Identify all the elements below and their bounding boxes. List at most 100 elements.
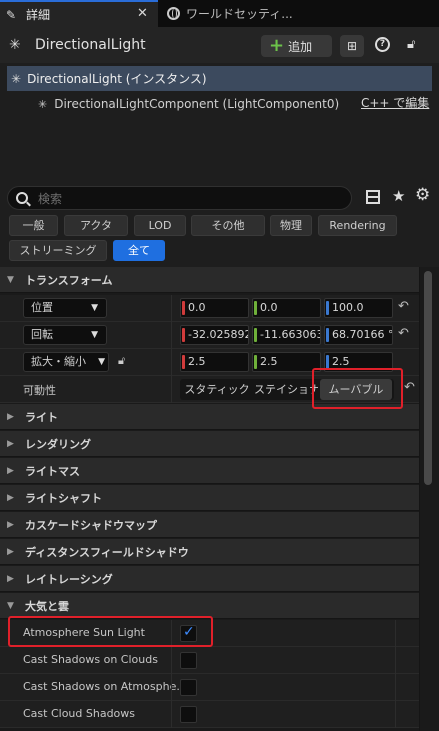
- edit-cpp-link[interactable]: C++ で編集: [361, 94, 429, 111]
- chevron-down-icon: ▼: [91, 330, 98, 340]
- filter-chip-all[interactable]: 全て: [113, 240, 165, 261]
- globe-icon: [167, 7, 180, 20]
- rotation-label: 回転: [31, 328, 53, 341]
- gear-icon[interactable]: ⚙: [415, 185, 430, 205]
- category-transform[interactable]: ▼ トランスフォーム: [0, 267, 419, 293]
- location-dropdown[interactable]: 位置 ▼: [23, 298, 107, 318]
- component-tree: ✳ DirectionalLight (インスタンス) ✳ Directiona…: [0, 63, 439, 181]
- scale-y-field[interactable]: 2.5: [252, 352, 321, 372]
- chevron-down-icon: ▼: [91, 303, 98, 313]
- property-row-cast-cloud-shadows: Cast Cloud Shadows: [0, 701, 419, 728]
- search-placeholder: 検索: [38, 191, 63, 206]
- divider: [171, 701, 172, 728]
- mobility-static-option[interactable]: スタティック: [182, 379, 252, 400]
- category-cascaded-shadow-maps[interactable]: ▶ カスケードシャドウマップ: [0, 512, 419, 538]
- lock-icon[interactable]: 🔓︎: [118, 354, 125, 368]
- cast-cloud-shadows-checkbox[interactable]: [180, 706, 197, 723]
- category-rendering[interactable]: ▶ レンダリング: [0, 431, 419, 457]
- scale-x-field[interactable]: 2.5: [180, 352, 249, 372]
- search-input[interactable]: 検索: [7, 186, 352, 210]
- tab-details[interactable]: ✎ 詳細 ✕: [0, 0, 158, 27]
- chevron-down-icon: ▼: [7, 274, 14, 285]
- cast-cloud-shadows-label: Cast Cloud Shadows: [23, 707, 136, 720]
- tab-details-label: 詳細: [26, 8, 51, 22]
- actor-icon: ✳: [9, 37, 21, 53]
- chevron-right-icon: ▶: [7, 411, 14, 422]
- details-header: ✳ DirectionalLight + 追加 ⊞ ? 🔓︎: [0, 27, 439, 63]
- pencil-icon: ✎: [6, 7, 17, 22]
- filter-chip-streaming[interactable]: ストリーミング: [9, 240, 107, 261]
- reset-arrow-icon[interactable]: ↶: [398, 299, 409, 314]
- chevron-down-icon: ▼: [7, 600, 14, 611]
- chevron-right-icon: ▶: [7, 573, 14, 584]
- category-lightmass[interactable]: ▶ ライトマス: [0, 458, 419, 484]
- reset-arrow-icon[interactable]: ↶: [398, 326, 409, 341]
- scrollbar-thumb[interactable]: [424, 271, 432, 485]
- filter-toolbar: 検索 ★ ⚙ 一般 アクタ LOD その他 物理 Rendering ストリーミ…: [0, 181, 439, 267]
- category-ray-tracing[interactable]: ▶ レイトレーシング: [0, 566, 419, 592]
- component-root-label: DirectionalLight (インスタンス): [27, 72, 207, 86]
- highlight-box-mobility: [312, 368, 403, 409]
- category-label: レイトレーシング: [25, 572, 113, 586]
- divider: [171, 674, 172, 701]
- property-row-rotation: 回転 ▼ -32.025892 -11.663063 68.70166 ° ↶: [0, 322, 419, 349]
- category-distance-field-shadows[interactable]: ▶ ディスタンスフィールドシャドウ: [0, 539, 419, 565]
- star-icon[interactable]: ★: [392, 187, 405, 205]
- cast-shadows-on-atmosphere-checkbox[interactable]: [180, 679, 197, 696]
- filter-chip-lod[interactable]: LOD: [134, 215, 186, 236]
- actor-title: DirectionalLight: [35, 37, 146, 53]
- rotation-z-field[interactable]: 68.70166 °: [324, 325, 393, 345]
- category-label: ライトマス: [25, 464, 80, 478]
- mobility-stationary-option[interactable]: ステイショナリ: [254, 379, 318, 400]
- property-row-location: 位置 ▼ 0.0 0.0 100.0 ↶: [0, 295, 419, 322]
- component-child-label: DirectionalLightComponent (LightComponen…: [54, 97, 340, 111]
- lock-icon[interactable]: 🔓︎: [407, 37, 415, 52]
- location-y-field[interactable]: 0.0: [252, 298, 321, 318]
- filter-chip-general[interactable]: 一般: [9, 215, 58, 236]
- actor-icon: ✳: [11, 71, 22, 86]
- close-icon[interactable]: ✕: [137, 6, 148, 21]
- location-x-field[interactable]: 0.0: [180, 298, 249, 318]
- filter-chip-actor[interactable]: アクタ: [64, 215, 128, 236]
- location-z-field[interactable]: 100.0: [324, 298, 393, 318]
- component-child-row[interactable]: ✳ DirectionalLightComponent (LightCompon…: [38, 94, 339, 114]
- cast-shadows-on-clouds-checkbox[interactable]: [180, 652, 197, 669]
- category-label: カスケードシャドウマップ: [25, 518, 157, 532]
- rotation-x-field[interactable]: -32.025892: [180, 325, 249, 345]
- chevron-right-icon: ▶: [7, 546, 14, 557]
- table-view-icon[interactable]: [366, 190, 380, 204]
- rotation-dropdown[interactable]: 回転 ▼: [23, 325, 107, 345]
- category-light-shafts[interactable]: ▶ ライトシャフト: [0, 485, 419, 511]
- category-label: レンダリング: [25, 437, 91, 451]
- filter-chip-misc[interactable]: その他: [191, 215, 265, 236]
- divider: [171, 349, 172, 376]
- divider: [395, 620, 396, 647]
- rotation-y-field[interactable]: -11.663063: [252, 325, 321, 345]
- add-component-button[interactable]: + 追加: [261, 35, 332, 57]
- tab-world-settings-label: ワールドセッティ...: [186, 7, 293, 21]
- scale-dropdown[interactable]: 拡大・縮小 ▼: [23, 352, 109, 372]
- tab-bar: ✎ 詳細 ✕ ワールドセッティ...: [0, 0, 439, 27]
- property-row-cast-shadows-on-clouds: Cast Shadows on Clouds: [0, 647, 419, 674]
- property-panel: ▼ トランスフォーム 位置 ▼ 0.0 0.0 100.0 ↶ 回転 ▼ -32…: [0, 267, 419, 731]
- blueprint-icon: ⊞: [346, 39, 358, 53]
- filter-chip-rendering[interactable]: Rendering: [318, 215, 397, 236]
- divider: [395, 674, 396, 701]
- tab-world-settings[interactable]: ワールドセッティ...: [163, 0, 313, 27]
- divider: [171, 376, 172, 403]
- chevron-right-icon: ▶: [7, 519, 14, 530]
- property-row-cast-shadows-on-atmosphere: Cast Shadows on Atmosphe...: [0, 674, 419, 701]
- blueprint-button[interactable]: ⊞: [340, 35, 364, 57]
- highlight-box-atmosphere-sun-light: [8, 616, 213, 647]
- help-icon[interactable]: ?: [375, 37, 390, 52]
- chevron-right-icon: ▶: [7, 465, 14, 476]
- divider: [171, 647, 172, 674]
- component-root-row[interactable]: ✳ DirectionalLight (インスタンス): [7, 66, 432, 91]
- add-label: 追加: [288, 39, 313, 54]
- reset-arrow-icon[interactable]: ↶: [404, 380, 415, 395]
- divider: [171, 322, 172, 349]
- scrollbar[interactable]: [420, 267, 439, 731]
- chevron-right-icon: ▶: [7, 438, 14, 449]
- divider: [395, 701, 396, 728]
- filter-chip-physics[interactable]: 物理: [270, 215, 312, 236]
